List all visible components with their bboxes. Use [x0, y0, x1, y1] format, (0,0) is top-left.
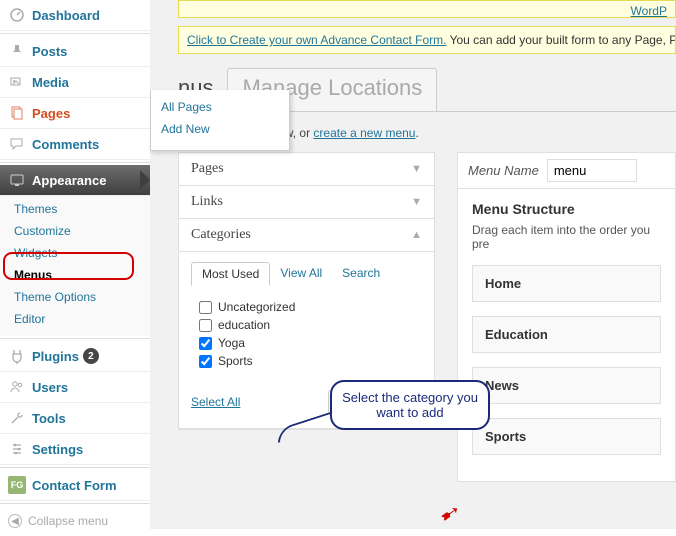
sidebar-item-contact-form[interactable]: FG Contact Form — [0, 470, 150, 501]
sidebar-label: Plugins — [32, 349, 79, 364]
tools-icon — [8, 409, 26, 427]
acc-title: Pages — [191, 161, 224, 177]
accordion-categories[interactable]: Categories ▲ — [179, 219, 434, 252]
category-row-uncategorized[interactable]: Uncategorized — [199, 298, 422, 316]
menu-item-sports[interactable]: Sports — [472, 418, 661, 455]
notice-link[interactable]: WordP — [631, 4, 667, 18]
sidebar-item-posts[interactable]: Posts — [0, 36, 150, 67]
plugins-icon — [8, 347, 26, 365]
category-checkbox[interactable] — [199, 355, 212, 368]
sidebar-label: Media — [32, 75, 69, 90]
category-label: education — [218, 318, 270, 332]
menu-item-education[interactable]: Education — [472, 316, 661, 353]
collapse-menu[interactable]: ◀ Collapse menu — [0, 506, 150, 536]
create-new-menu-link[interactable]: create a new menu — [313, 126, 415, 140]
category-row-yoga[interactable]: Yoga — [199, 334, 422, 352]
collapse-label: Collapse menu — [28, 514, 108, 528]
chevron-down-icon: ▼ — [411, 196, 422, 208]
pin-icon — [8, 42, 26, 60]
subtab-search[interactable]: Search — [332, 262, 390, 286]
category-subtabs: Most Used View All Search — [191, 262, 422, 286]
appearance-icon — [8, 171, 26, 189]
dashboard-icon — [8, 6, 26, 24]
acc-title: Categories — [191, 227, 251, 243]
flyout-add-new[interactable]: Add New — [161, 118, 279, 140]
accordion-links[interactable]: Links ▼ — [179, 186, 434, 219]
menu-name-label: Menu Name — [468, 163, 539, 178]
sidebar-label: Users — [32, 380, 68, 395]
sidebar-item-tools[interactable]: Tools — [0, 403, 150, 434]
select-all-link[interactable]: Select All — [191, 395, 240, 409]
acc-title: Links — [191, 194, 223, 210]
sidebar-item-pages[interactable]: Pages — [0, 98, 150, 129]
sidebar-label: Pages — [32, 106, 70, 121]
plugins-badge: 2 — [83, 348, 99, 364]
sidebar-item-settings[interactable]: Settings — [0, 434, 150, 465]
sub-themes[interactable]: Themes — [0, 198, 150, 220]
category-label: Yoga — [218, 336, 245, 350]
menu-name-row: Menu Name — [457, 152, 676, 189]
sidebar-item-users[interactable]: Users — [0, 372, 150, 403]
notice-banner-1: WordP — [178, 0, 676, 18]
comments-icon — [8, 135, 26, 153]
sub-menus[interactable]: Menus — [0, 264, 150, 286]
settings-icon — [8, 440, 26, 458]
chevron-up-icon: ▲ — [411, 229, 422, 241]
sidebar-item-comments[interactable]: Comments — [0, 129, 150, 160]
sub-customize[interactable]: Customize — [0, 220, 150, 242]
menu-item-home[interactable]: Home — [472, 265, 661, 302]
sidebar-item-media[interactable]: Media — [0, 67, 150, 98]
sidebar-label: Contact Form — [32, 478, 117, 493]
sidebar-item-dashboard[interactable]: Dashboard — [0, 0, 150, 31]
sidebar-item-appearance[interactable]: Appearance — [0, 165, 150, 196]
sidebar-label: Dashboard — [32, 8, 100, 23]
accordion-pages[interactable]: Pages ▼ — [179, 153, 434, 186]
annotation-callout: Select the category you want to add — [330, 380, 490, 430]
notice-text: You can add your built form to any Page,… — [446, 33, 676, 47]
category-label: Sports — [218, 354, 253, 368]
sidebar-label: Appearance — [32, 173, 106, 188]
menu-structure-panel: Menu Structure Drag each item into the o… — [457, 189, 676, 482]
category-row-education[interactable]: education — [199, 316, 422, 334]
flyout-all-pages[interactable]: All Pages — [161, 96, 279, 118]
sidebar-label: Comments — [32, 137, 99, 152]
category-row-sports[interactable]: Sports — [199, 352, 422, 370]
category-checkbox[interactable] — [199, 319, 212, 332]
menu-structure-heading: Menu Structure — [472, 201, 661, 217]
subtab-most-used[interactable]: Most Used — [191, 262, 270, 286]
sidebar-item-plugins[interactable]: Plugins 2 — [0, 341, 150, 372]
menu-name-input[interactable] — [547, 159, 637, 182]
main-content: WordP Click to Create your own Advance C… — [150, 0, 676, 529]
media-icon — [8, 73, 26, 91]
category-list: Uncategorized education Yoga Sports — [191, 296, 422, 376]
category-checkbox[interactable] — [199, 301, 212, 314]
notice-banner-2: Click to Create your own Advance Contact… — [178, 26, 676, 54]
users-icon — [8, 378, 26, 396]
menu-item-news[interactable]: News — [472, 367, 661, 404]
sidebar-label: Posts — [32, 44, 67, 59]
collapse-icon: ◀ — [8, 514, 22, 528]
chevron-down-icon: ▼ — [411, 163, 422, 175]
sub-editor[interactable]: Editor — [0, 308, 150, 330]
category-checkbox[interactable] — [199, 337, 212, 350]
pages-icon — [8, 104, 26, 122]
admin-sidebar: Dashboard Posts Media Pages Comments App… — [0, 0, 150, 529]
subtab-view-all[interactable]: View All — [270, 262, 332, 286]
category-label: Uncategorized — [218, 300, 295, 314]
contact-form-link[interactable]: Click to Create your own Advance Contact… — [187, 33, 446, 47]
contact-form-icon: FG — [8, 476, 26, 494]
pages-flyout: All Pages Add New — [150, 90, 290, 151]
menu-structure-desc: Drag each item into the order you pre — [472, 223, 661, 251]
appearance-submenu: Themes Customize Widgets Menus Theme Opt… — [0, 196, 150, 336]
sub-theme-options[interactable]: Theme Options — [0, 286, 150, 308]
sub-widgets[interactable]: Widgets — [0, 242, 150, 264]
sidebar-label: Tools — [32, 411, 66, 426]
sidebar-label: Settings — [32, 442, 83, 457]
